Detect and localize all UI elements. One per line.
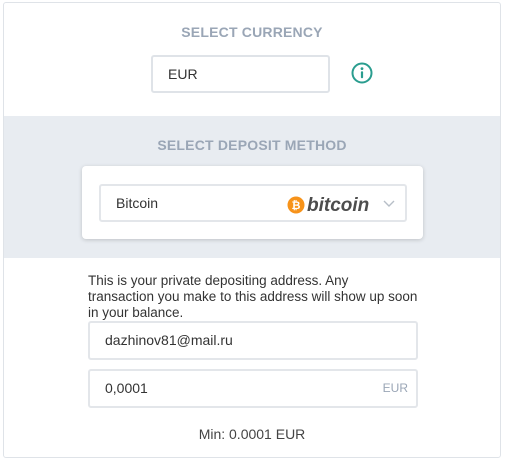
- select-currency-title: SELECT CURRENCY: [181, 24, 323, 40]
- info-circle-icon[interactable]: [351, 62, 373, 84]
- email-field[interactable]: dazhinov81@mail.ru: [88, 321, 418, 360]
- amount-unit: EUR: [382, 381, 408, 395]
- svg-text:₿: ₿: [292, 199, 301, 212]
- deposit-method-select[interactable]: Bitcoin ₿ bitcoin: [99, 184, 407, 222]
- amount-field[interactable]: 0,0001 EUR: [88, 369, 418, 408]
- deposit-panel: SELECT CURRENCY EUR SELECT DEPOSIT METHO…: [3, 2, 501, 458]
- deposit-method-label: Bitcoin: [116, 195, 159, 211]
- deposit-method-card: Bitcoin ₿ bitcoin: [82, 166, 423, 239]
- chevron-down-icon[interactable]: [383, 197, 395, 209]
- min-amount-text: Min: 0.0001 EUR: [198, 426, 306, 442]
- deposit-method-section: SELECT DEPOSIT METHOD Bitcoin ₿ bitcoin: [4, 116, 500, 258]
- bitcoin-logo-text: bitcoin: [307, 195, 369, 216]
- private-address-description: This is your private depositing address.…: [88, 273, 418, 320]
- amount-value: 0,0001: [105, 380, 148, 396]
- bitcoin-logo: ₿ bitcoin: [287, 195, 369, 216]
- select-deposit-method-title: SELECT DEPOSIT METHOD: [157, 137, 347, 153]
- currency-select[interactable]: EUR: [151, 55, 330, 93]
